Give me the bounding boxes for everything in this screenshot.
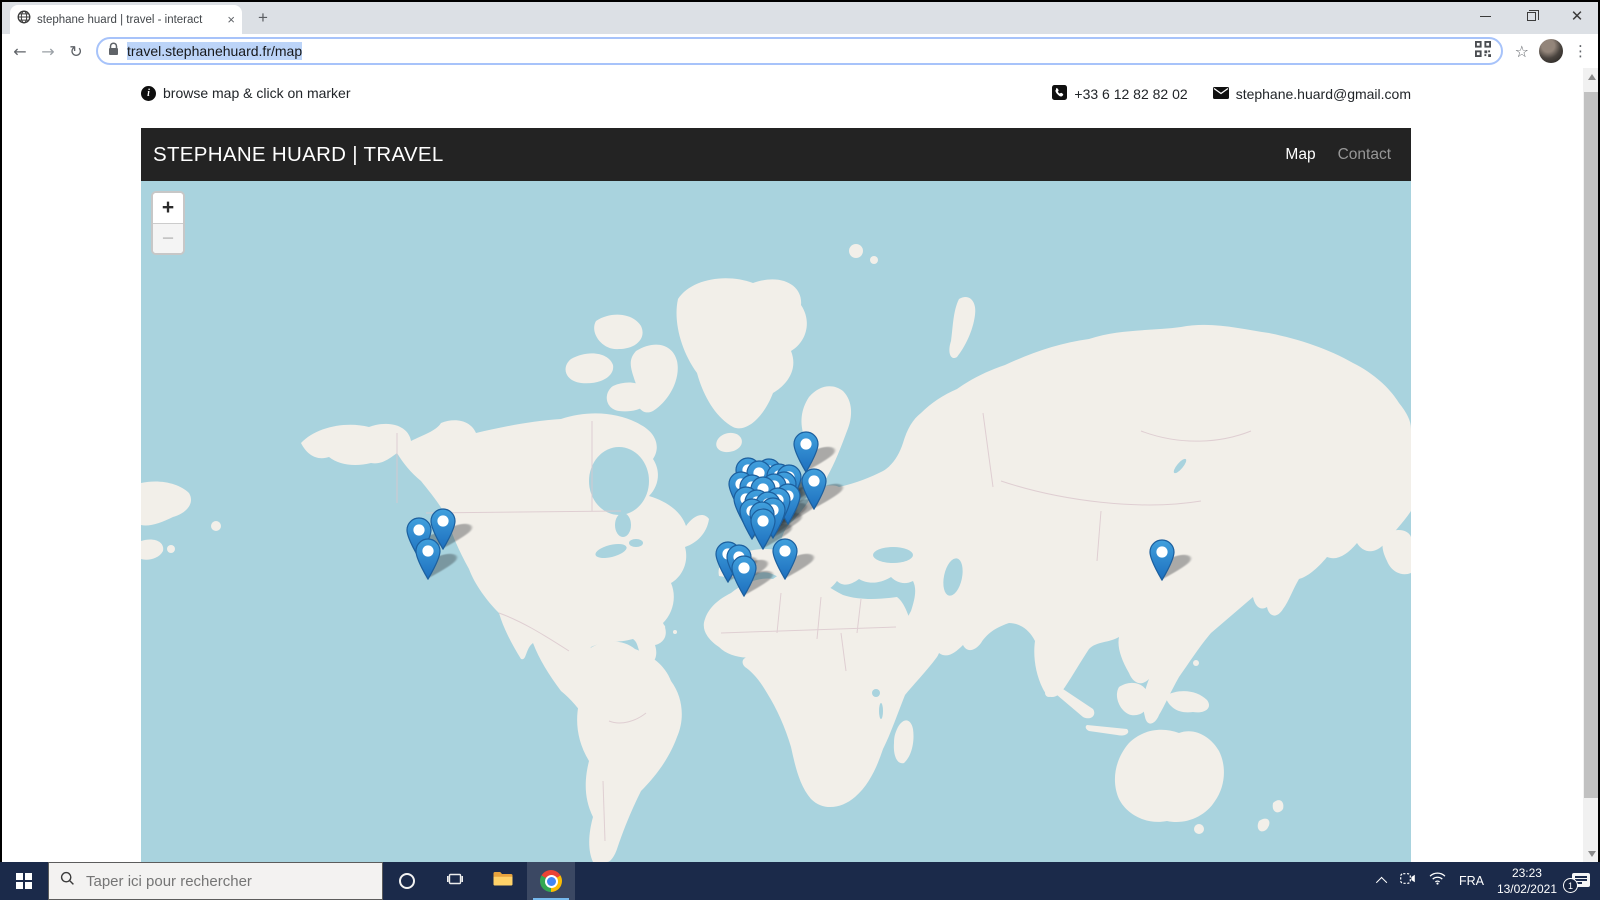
taskbar-clock[interactable]: 23:23 13/02/2021 — [1497, 865, 1557, 897]
globe-favicon-icon — [17, 10, 31, 29]
restore-icon — [1527, 12, 1536, 21]
scrollbar-thumb[interactable] — [1584, 92, 1599, 798]
notification-badge: 1 — [1563, 878, 1578, 893]
nav-item-contact[interactable]: Contact — [1338, 146, 1391, 164]
email-address[interactable]: stephane.huard@gmail.com — [1236, 86, 1411, 102]
chrome-taskbar-button[interactable] — [527, 862, 575, 900]
meet-now-icon[interactable] — [1400, 872, 1416, 890]
marker-layer — [141, 181, 1411, 862]
reload-button[interactable]: ↻ — [62, 37, 90, 65]
lock-icon — [108, 42, 119, 61]
taskbar-search[interactable] — [48, 862, 383, 900]
chrome-icon — [540, 870, 562, 892]
menu-dots-icon[interactable]: ⋮ — [1573, 42, 1588, 60]
scroll-down-icon[interactable] — [1583, 845, 1600, 862]
url-text[interactable]: travel.stephanehuard.fr/map — [127, 43, 302, 59]
desktop-screen: stephane huard | travel - interact × + ✕… — [0, 0, 1600, 900]
close-icon: ✕ — [1571, 9, 1584, 24]
envelope-icon — [1213, 86, 1229, 102]
search-input[interactable] — [84, 872, 344, 891]
site-header: STEPHANE HUARD | TRAVEL Map Contact — [141, 128, 1411, 181]
cortana-icon — [399, 873, 415, 889]
back-button[interactable]: ← — [6, 37, 34, 65]
notification-center-button[interactable]: 1 — [1570, 873, 1590, 889]
cortana-button[interactable] — [383, 862, 431, 900]
web-page: i browse map & click on marker +33 6 12 … — [0, 68, 1583, 862]
search-icon — [60, 871, 75, 891]
forward-button[interactable]: → — [34, 37, 62, 65]
start-button[interactable] — [0, 862, 48, 900]
map-marker[interactable] — [731, 555, 757, 597]
map-zoom-control: + − — [151, 191, 185, 255]
browser-toolbar: ← → ↻ travel.stephanehuard.fr/map ☆ ⋮ — [0, 34, 1600, 68]
phone-number[interactable]: +33 6 12 82 82 02 — [1074, 86, 1187, 102]
map-marker[interactable] — [1149, 539, 1175, 581]
bookmark-star-icon[interactable]: ☆ — [1515, 42, 1529, 61]
window-minimize-button[interactable] — [1462, 0, 1508, 33]
browser-tab[interactable]: stephane huard | travel - interact × — [10, 5, 242, 34]
language-indicator[interactable]: FRA — [1459, 874, 1484, 888]
clock-date: 13/02/2021 — [1497, 881, 1557, 897]
info-icon: i — [141, 86, 156, 101]
page-scrollbar[interactable] — [1583, 68, 1600, 862]
map-marker[interactable] — [415, 538, 441, 580]
tab-close-icon[interactable]: × — [227, 13, 235, 26]
world-map[interactable]: + − — [141, 181, 1411, 862]
zoom-in-button[interactable]: + — [153, 193, 183, 223]
window-restore-button[interactable] — [1508, 0, 1554, 33]
profile-avatar[interactable] — [1539, 39, 1563, 63]
windows-logo-icon — [16, 873, 32, 889]
task-view-button[interactable] — [431, 862, 479, 900]
tab-title: stephane huard | travel - interact — [37, 14, 221, 26]
minimize-icon — [1480, 16, 1491, 18]
file-explorer-button[interactable] — [479, 862, 527, 900]
map-marker[interactable] — [772, 538, 798, 580]
zoom-out-button[interactable]: − — [153, 223, 183, 253]
task-view-icon — [447, 872, 463, 891]
browser-tab-strip: stephane huard | travel - interact × + ✕ — [0, 0, 1600, 34]
qr-code-icon[interactable] — [1475, 41, 1491, 62]
map-hint-text: browse map & click on marker — [163, 85, 351, 101]
new-tab-button[interactable]: + — [252, 7, 274, 29]
windows-taskbar: FRA 23:23 13/02/2021 1 — [0, 862, 1600, 900]
phone-icon — [1052, 85, 1067, 103]
file-explorer-icon — [493, 871, 513, 892]
wifi-icon[interactable] — [1429, 872, 1446, 890]
site-brand: STEPHANE HUARD | TRAVEL — [153, 143, 444, 167]
tray-chevron-icon[interactable] — [1376, 877, 1387, 888]
nav-item-map[interactable]: Map — [1285, 146, 1315, 164]
address-bar[interactable]: travel.stephanehuard.fr/map — [96, 37, 1503, 65]
map-marker[interactable] — [801, 468, 827, 510]
window-close-button[interactable]: ✕ — [1554, 0, 1600, 33]
scroll-up-icon[interactable] — [1583, 68, 1600, 85]
clock-time: 23:23 — [1512, 865, 1542, 881]
